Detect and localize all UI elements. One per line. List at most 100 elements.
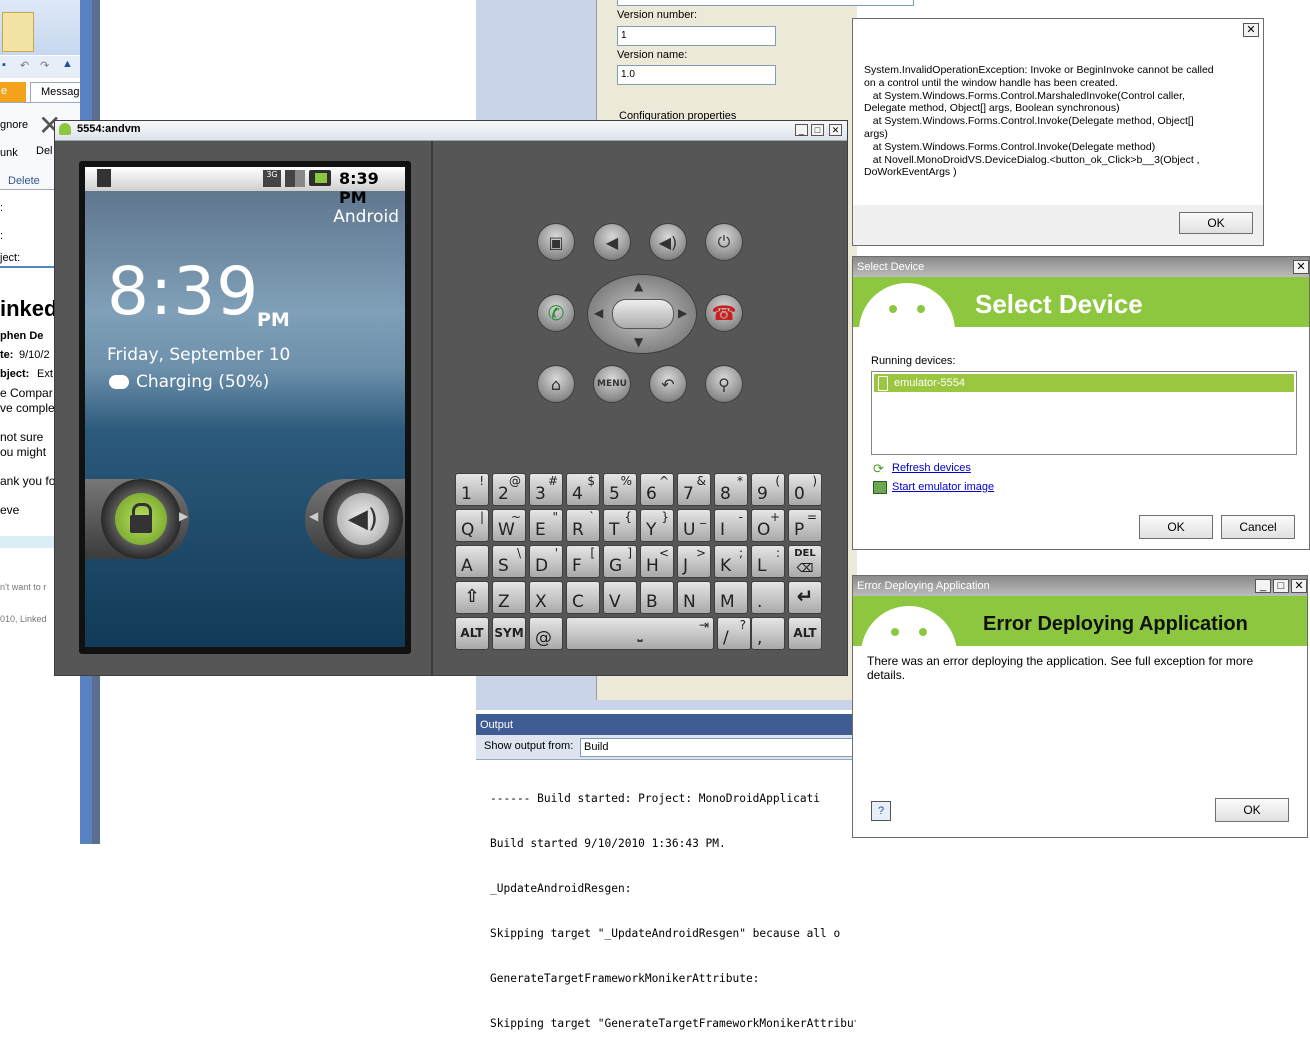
unlock-handle[interactable] bbox=[101, 479, 181, 559]
back-button[interactable]: ↶ bbox=[649, 365, 687, 403]
key[interactable]: C bbox=[566, 581, 600, 614]
up-icon[interactable]: ▲ bbox=[62, 58, 73, 70]
dpad-center-button[interactable] bbox=[612, 299, 674, 329]
device-list[interactable]: emulator-5554 bbox=[871, 371, 1297, 455]
exception-close-button[interactable]: ✕ bbox=[1243, 23, 1259, 37]
select-device-cancel-button[interactable]: Cancel bbox=[1221, 515, 1295, 539]
ignore-button[interactable]: gnore bbox=[0, 119, 28, 131]
junk-button[interactable]: unk bbox=[0, 147, 18, 159]
error-minimize-button[interactable]: _ bbox=[1255, 579, 1271, 593]
output-source-select[interactable]: Build bbox=[580, 738, 865, 757]
sound-tab[interactable]: ◀ ◀) bbox=[305, 479, 405, 559]
key[interactable]: . bbox=[751, 581, 785, 614]
sound-handle[interactable]: ◀) bbox=[323, 479, 403, 559]
close-button[interactable]: ✕ bbox=[829, 124, 842, 136]
home-button[interactable]: ⌂ bbox=[537, 365, 575, 403]
key[interactable]: K; bbox=[714, 545, 748, 578]
version-name-field[interactable]: 1.0 bbox=[617, 65, 776, 85]
key[interactable]: Y} bbox=[640, 509, 674, 542]
key[interactable]: U _ bbox=[677, 509, 711, 542]
key-del[interactable]: DEL ⌫ bbox=[788, 545, 822, 578]
volume-down-button[interactable]: ◀ bbox=[593, 223, 631, 261]
select-device-titlebar[interactable]: Select Device bbox=[853, 257, 1309, 277]
key[interactable]: V bbox=[603, 581, 637, 614]
end-call-button[interactable]: ☎ bbox=[705, 294, 743, 332]
key-alt-right[interactable]: ALT bbox=[788, 617, 822, 650]
tab-message[interactable]: Messag bbox=[30, 82, 82, 103]
key-at[interactable]: @ bbox=[529, 617, 563, 650]
key-shift[interactable]: ⇧ bbox=[455, 581, 489, 614]
key[interactable]: 8 * bbox=[714, 473, 748, 506]
emulator-titlebar[interactable]: 5554:andvm _ □ ✕ bbox=[55, 121, 847, 141]
menu-button[interactable]: MENU bbox=[593, 365, 631, 403]
key[interactable]: 5% bbox=[603, 473, 637, 506]
error-close-button[interactable]: ✕ bbox=[1291, 579, 1307, 593]
key[interactable]: X bbox=[529, 581, 563, 614]
key-space[interactable]: ⎵ ⇥ bbox=[566, 617, 714, 650]
key[interactable]: 7 & bbox=[677, 473, 711, 506]
refresh-devices-link[interactable]: Refresh devices bbox=[892, 462, 971, 474]
start-emulator-link[interactable]: Start emulator image bbox=[892, 481, 994, 493]
key[interactable]: Z bbox=[492, 581, 526, 614]
key[interactable]: 1! bbox=[455, 473, 489, 506]
error-maximize-button[interactable]: □ bbox=[1273, 579, 1289, 593]
key[interactable]: H < bbox=[640, 545, 674, 578]
key[interactable]: 0) bbox=[788, 473, 822, 506]
key[interactable]: 4 $ bbox=[566, 473, 600, 506]
key-alt-left[interactable]: ALT bbox=[455, 617, 489, 650]
key[interactable]: 6 ^ bbox=[640, 473, 674, 506]
unlock-tab[interactable]: ▶ bbox=[85, 479, 189, 559]
key[interactable]: L: bbox=[751, 545, 785, 578]
error-ok-button[interactable]: OK bbox=[1215, 798, 1289, 822]
key[interactable]: J > bbox=[677, 545, 711, 578]
key[interactable]: 2 @ bbox=[492, 473, 526, 506]
undo-icon[interactable]: ↶ bbox=[20, 59, 29, 72]
key[interactable]: Q | bbox=[455, 509, 489, 542]
error-dialog-titlebar[interactable]: Error Deploying Application bbox=[853, 576, 1307, 596]
key[interactable]: F[ bbox=[566, 545, 600, 578]
key[interactable]: B bbox=[640, 581, 674, 614]
dpad[interactable]: ▲ ▼ ◀ ▶ bbox=[587, 274, 697, 354]
minimize-button[interactable]: _ bbox=[795, 124, 808, 136]
key-comma[interactable]: , bbox=[751, 617, 785, 650]
key[interactable]: G] bbox=[603, 545, 637, 578]
dpad-left-icon[interactable]: ◀ bbox=[594, 306, 603, 320]
key[interactable]: M bbox=[714, 581, 748, 614]
dpad-right-icon[interactable]: ▶ bbox=[678, 306, 687, 320]
device-list-item[interactable]: emulator-5554 bbox=[874, 374, 1294, 392]
dpad-down-icon[interactable]: ▼ bbox=[634, 335, 643, 349]
key[interactable]: O + bbox=[751, 509, 785, 542]
key[interactable]: 9( bbox=[751, 473, 785, 506]
phone-screen[interactable]: 3G 8:39 PM Android 8:39 PM Friday, Septe… bbox=[85, 167, 405, 647]
key[interactable]: 3 # bbox=[529, 473, 563, 506]
package-name-field[interactable] bbox=[617, 0, 914, 6]
key[interactable]: P = bbox=[788, 509, 822, 542]
select-device-ok-button[interactable]: OK bbox=[1139, 515, 1213, 539]
exception-ok-button[interactable]: OK bbox=[1179, 212, 1253, 234]
version-number-field[interactable]: 1 bbox=[617, 26, 776, 46]
key-enter[interactable]: ↵ bbox=[788, 581, 822, 614]
key[interactable]: A bbox=[455, 545, 489, 578]
key[interactable]: D ' bbox=[529, 545, 563, 578]
save-icon[interactable]: ▪ bbox=[2, 59, 6, 71]
select-device-close-button[interactable]: ✕ bbox=[1293, 260, 1309, 274]
call-button[interactable]: ✆ bbox=[537, 294, 575, 332]
key-sym[interactable]: SYM bbox=[492, 617, 526, 650]
key-slash[interactable]: /? bbox=[717, 617, 751, 650]
help-button[interactable]: ? bbox=[871, 801, 891, 821]
dpad-up-icon[interactable]: ▲ bbox=[634, 279, 643, 293]
key[interactable]: T{ bbox=[603, 509, 637, 542]
key[interactable]: N bbox=[677, 581, 711, 614]
search-button[interactable]: ⚲ bbox=[705, 365, 743, 403]
key[interactable]: S \ bbox=[492, 545, 526, 578]
key[interactable]: E " bbox=[529, 509, 563, 542]
key[interactable]: R ` bbox=[566, 509, 600, 542]
power-button[interactable]: ⏻ bbox=[705, 223, 743, 261]
maximize-button[interactable]: □ bbox=[811, 124, 824, 136]
file-tab[interactable]: e bbox=[0, 82, 26, 102]
key[interactable]: W ~ bbox=[492, 509, 526, 542]
volume-up-button[interactable]: ◀) bbox=[649, 223, 687, 261]
redo-icon[interactable]: ↷ bbox=[40, 59, 49, 72]
key[interactable]: I- bbox=[714, 509, 748, 542]
camera-button[interactable]: ▣ bbox=[537, 223, 575, 261]
